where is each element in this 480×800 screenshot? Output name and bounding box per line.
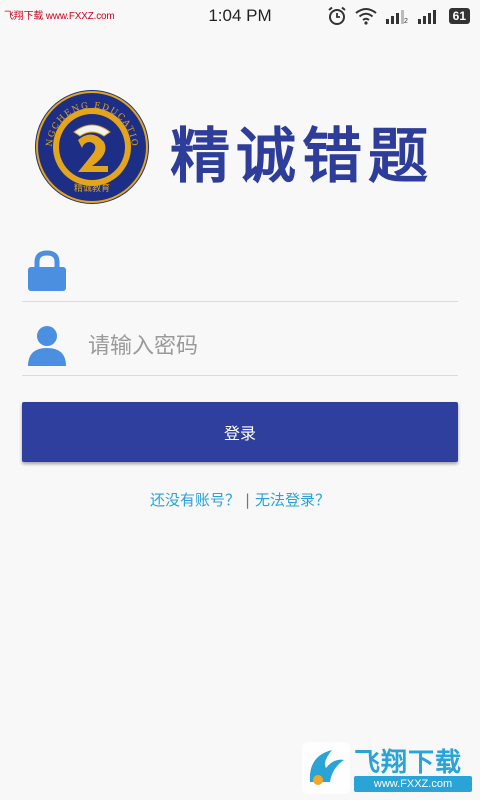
signal-icon [417, 10, 436, 24]
signal-icon: 2 [385, 10, 408, 24]
svg-text:2: 2 [404, 18, 408, 24]
app-title: 精诚错题 [170, 122, 434, 192]
user-icon [28, 326, 66, 366]
wifi-icon [355, 8, 377, 25]
battery-icon: 61 [448, 8, 470, 24]
cannot-login-link[interactable]: 无法登录？ [255, 491, 330, 509]
watermark-badge: 飞翔下载 www.FXXZ.com [302, 742, 474, 794]
status-bar: 飞翔下载 www.FXXZ.com 1:04 PM 2 61 [0, 0, 480, 32]
account-field[interactable] [22, 240, 458, 302]
password-input[interactable] [88, 324, 454, 368]
login-button[interactable]: 登录 [22, 402, 458, 462]
logo-seal: JINGCHENG EDUCATION 精诚教育 [30, 88, 149, 204]
lock-icon [28, 250, 66, 291]
logo-area: JINGCHENG EDUCATION 精诚教育 精诚错题 [30, 88, 450, 204]
password-field[interactable] [22, 316, 458, 376]
watermark-url: www.FXXZ.com [354, 776, 472, 792]
register-link[interactable]: 还没有账号？ [150, 491, 240, 509]
help-links: 还没有账号？ | 无法登录？ [0, 489, 480, 510]
svg-text:精诚教育: 精诚教育 [74, 182, 110, 194]
account-input[interactable] [88, 248, 454, 292]
watermark-name: 飞翔下载 [354, 748, 463, 778]
status-icons: 2 61 [327, 6, 470, 26]
watermark-logo-icon [302, 742, 350, 794]
alarm-icon [328, 6, 346, 25]
link-separator: | [244, 491, 251, 509]
